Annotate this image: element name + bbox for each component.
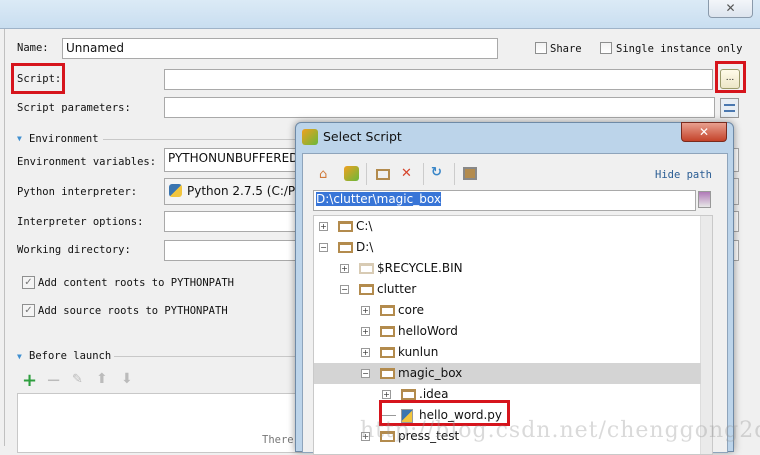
watermark: http://blog.csdn.net/chenggong2dm	[360, 418, 760, 443]
tree-node[interactable]: + helloWord	[314, 321, 701, 342]
single-instance-label: Single instance only	[616, 43, 743, 55]
path-selection: D:\clutter\magic_box	[316, 192, 441, 206]
env-vars-label: Environment variables:	[17, 156, 157, 168]
folder-icon	[401, 389, 416, 400]
hide-path-link[interactable]: Hide path	[655, 169, 712, 181]
before-launch-section-title: Before launch	[29, 350, 112, 362]
empty-list-text: There	[262, 434, 294, 446]
new-folder-icon[interactable]	[376, 169, 390, 180]
script-label: Script:	[17, 73, 62, 85]
collapse-icon[interactable]: −	[319, 243, 328, 252]
window-titlebar	[0, 0, 760, 29]
panel-border	[4, 29, 5, 446]
collapse-icon[interactable]: −	[340, 285, 349, 294]
collapse-triangle-icon[interactable]: ▼	[17, 352, 22, 361]
script-params-label: Script parameters:	[17, 102, 131, 114]
collapse-triangle-icon[interactable]: ▼	[17, 134, 22, 143]
script-params-input[interactable]	[164, 97, 715, 118]
tree-node[interactable]: − clutter	[314, 279, 701, 300]
remove-icon[interactable]: −	[46, 370, 61, 391]
environment-section-title: Environment	[29, 133, 99, 145]
move-down-icon[interactable]: ⬇	[121, 371, 133, 387]
expand-icon[interactable]: +	[382, 390, 391, 399]
tree-node-label: core	[398, 303, 424, 317]
project-icon[interactable]	[344, 166, 359, 181]
browse-script-button[interactable]: ...	[720, 69, 740, 89]
path-input[interactable]: D:\clutter\magic_box	[313, 190, 696, 211]
add-source-roots-label: Add source roots to PYTHONPATH	[38, 305, 228, 317]
add-source-roots-checkbox[interactable]: ✓	[22, 304, 35, 317]
folder-icon	[338, 242, 353, 253]
refresh-icon[interactable]: ↻	[431, 165, 442, 181]
section-divider	[103, 139, 303, 140]
single-instance-checkbox[interactable]	[600, 42, 612, 54]
tree-node[interactable]: − magic_box	[314, 363, 701, 384]
delete-icon[interactable]: ✕	[401, 166, 412, 182]
toolbar-separator	[454, 163, 455, 185]
share-checkbox[interactable]	[535, 42, 547, 54]
window-close-button[interactable]: ✕	[708, 0, 753, 18]
dialog-close-button[interactable]: ✕	[681, 122, 727, 142]
interpreter-options-label: Interpreter options:	[17, 216, 144, 228]
tree-node-label: $RECYCLE.BIN	[377, 261, 463, 275]
tree-node-label: D:\	[356, 240, 374, 254]
tree-node[interactable]: + kunlun	[314, 342, 701, 363]
python-interpreter-label: Python interpreter:	[17, 186, 138, 198]
folder-icon	[338, 221, 353, 232]
pycharm-icon	[302, 129, 318, 145]
folder-icon	[380, 368, 395, 379]
name-input[interactable]: Unnamed	[62, 38, 498, 59]
share-label: Share	[550, 43, 582, 55]
add-icon[interactable]: +	[22, 370, 37, 391]
folder-icon	[380, 305, 395, 316]
add-content-roots-label: Add content roots to PYTHONPATH	[38, 277, 234, 289]
folder-icon	[380, 347, 395, 358]
home-icon[interactable]: ⌂	[319, 167, 327, 183]
toolbar-separator	[366, 163, 367, 185]
tree-node[interactable]: + core	[314, 300, 701, 321]
tree-node[interactable]: − D:\	[314, 237, 701, 258]
section-divider	[114, 356, 304, 357]
tree-node[interactable]: + $RECYCLE.BIN	[314, 258, 701, 279]
toolbar-separator	[423, 163, 424, 185]
expand-icon[interactable]: +	[361, 306, 370, 315]
working-dir-label: Working directory:	[17, 244, 131, 256]
expand-icon[interactable]: +	[340, 264, 349, 273]
expand-icon[interactable]: +	[361, 348, 370, 357]
insert-path-icon[interactable]	[698, 191, 711, 208]
collapse-icon[interactable]: −	[361, 369, 370, 378]
expand-icon[interactable]: +	[319, 222, 328, 231]
tree-node-label: C:\	[356, 219, 373, 233]
folder-icon	[380, 326, 395, 337]
tree-node-label: kunlun	[398, 345, 439, 359]
name-label: Name:	[17, 42, 49, 54]
dialog-title: Select Script	[323, 129, 402, 144]
move-up-icon[interactable]: ⬆	[96, 371, 108, 387]
tree-node-label: magic_box	[398, 366, 463, 380]
script-input[interactable]	[164, 69, 713, 90]
before-launch-list[interactable]: There	[17, 393, 307, 453]
expand-editor-icon[interactable]	[720, 98, 739, 118]
tree-node[interactable]: + C:\	[314, 216, 701, 237]
show-hidden-icon[interactable]	[463, 167, 477, 180]
python-icon	[169, 184, 182, 197]
edit-icon[interactable]: ✎	[72, 372, 83, 387]
folder-icon	[359, 284, 374, 295]
tree-node-label: helloWord	[398, 324, 458, 338]
add-content-roots-checkbox[interactable]: ✓	[22, 276, 35, 289]
tree-node-label: clutter	[377, 282, 417, 296]
expand-icon[interactable]: +	[361, 327, 370, 336]
folder-icon	[359, 263, 374, 274]
